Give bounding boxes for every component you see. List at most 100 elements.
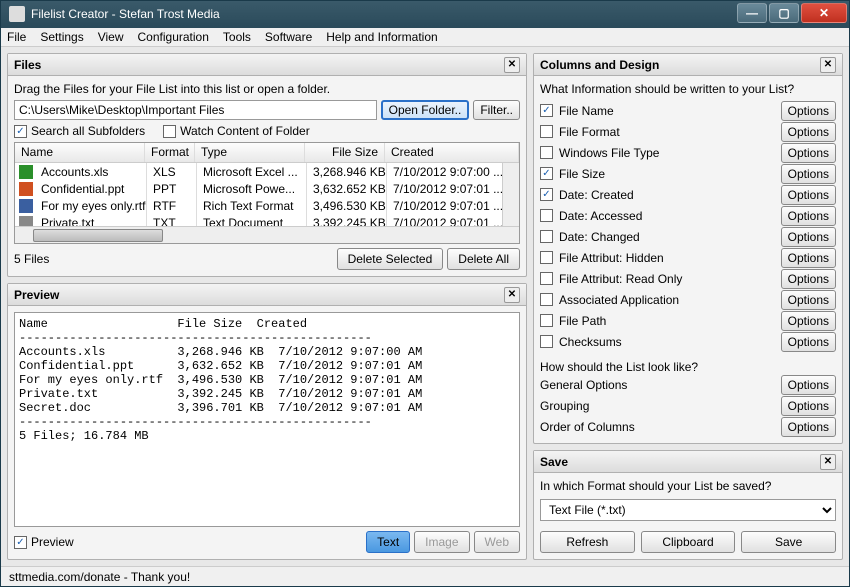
column-options-button[interactable]: Options [781,185,836,205]
column-checkbox[interactable] [540,146,553,159]
column-checkbox[interactable] [540,251,553,264]
file-icon [19,182,33,196]
save-format-select[interactable]: Text File (*.txt) [540,499,836,521]
files-close-icon[interactable]: ✕ [504,57,520,73]
table-row[interactable]: Private.txtTXTText Document3,392.245 KB7… [15,214,519,226]
column-checkbox[interactable] [540,209,553,222]
column-options-button[interactable]: Options [781,164,836,184]
delete-selected-button[interactable]: Delete Selected [337,248,444,270]
column-checkbox[interactable]: ✓ [540,167,553,180]
column-option-row: File Attribut: Read OnlyOptions [540,268,836,289]
file-icon [19,199,33,213]
search-subfolders-checkbox[interactable]: ✓ [14,125,27,138]
design-options-button[interactable]: Options [781,396,836,416]
column-options-button[interactable]: Options [781,101,836,121]
column-options-button[interactable]: Options [781,206,836,226]
columns-question-2: How should the List look like? [540,360,836,374]
menu-view[interactable]: View [98,30,124,44]
col-format[interactable]: Format [145,143,195,162]
column-option-row: Associated ApplicationOptions [540,289,836,310]
columns-question: What Information should be written to yo… [540,82,836,96]
cell-type: Microsoft Excel ... [197,163,307,181]
column-options-button[interactable]: Options [781,290,836,310]
column-checkbox[interactable] [540,125,553,138]
column-options-button[interactable]: Options [781,269,836,289]
preview-tab-image[interactable]: Image [414,531,469,553]
menu-software[interactable]: Software [265,30,312,44]
window-title: Filelist Creator - Stefan Trost Media [31,7,220,21]
preview-close-icon[interactable]: ✕ [504,287,520,303]
menu-settings[interactable]: Settings [40,30,83,44]
save-close-icon[interactable]: ✕ [820,454,836,470]
column-checkbox[interactable] [540,314,553,327]
column-label: File Name [559,104,775,118]
clipboard-button[interactable]: Clipboard [641,531,736,553]
column-options-button[interactable]: Options [781,332,836,352]
vertical-scrollbar[interactable] [502,163,519,226]
cell-size: 3,496.530 KB [307,197,387,215]
open-folder-button[interactable]: Open Folder.. [381,100,470,120]
column-option-row: ✓ File Name Options [540,100,836,121]
file-table: Name Format Type File Size Created Accou… [14,142,520,244]
preview-checkbox[interactable]: ✓ [14,536,27,549]
column-checkbox[interactable]: ✓ [540,104,553,117]
design-options-button[interactable]: Options [781,375,836,395]
column-label: Date: Accessed [559,209,775,223]
col-name[interactable]: Name [15,143,145,162]
close-button[interactable]: ✕ [801,3,847,23]
cell-size: 3,268.946 KB [307,163,387,181]
folder-path-input[interactable] [14,100,377,120]
table-row[interactable]: Confidential.pptPPTMicrosoft Powe...3,63… [15,180,519,197]
column-option-row: File PathOptions [540,310,836,331]
refresh-button[interactable]: Refresh [540,531,635,553]
menu-tools[interactable]: Tools [223,30,251,44]
design-option-row: GroupingOptions [540,395,836,416]
preview-tab-web[interactable]: Web [474,531,520,553]
design-label: General Options [540,378,775,392]
column-label: File Attribut: Hidden [559,251,775,265]
column-options-button[interactable]: Options [781,143,836,163]
preview-text[interactable]: Name File Size Created -----------------… [14,312,520,527]
menu-configuration[interactable]: Configuration [138,30,209,44]
horizontal-scrollbar[interactable] [15,226,519,243]
col-size[interactable]: File Size [305,143,385,162]
column-checkbox[interactable] [540,335,553,348]
column-options-button[interactable]: Options [781,311,836,331]
column-checkbox[interactable]: ✓ [540,188,553,201]
save-button[interactable]: Save [741,531,836,553]
cell-format: PPT [147,180,197,198]
file-icon [19,165,33,179]
minimize-button[interactable]: — [737,3,767,23]
filter-button[interactable]: Filter.. [473,100,520,120]
cell-type: Text Document [197,214,307,227]
column-options-button[interactable]: Options [781,227,836,247]
column-options-button[interactable]: Options [781,248,836,268]
columns-close-icon[interactable]: ✕ [820,57,836,73]
column-label: Windows File Type [559,146,775,160]
preview-tab-text[interactable]: Text [366,531,410,553]
column-checkbox[interactable] [540,293,553,306]
menu-file[interactable]: File [7,30,26,44]
column-label: Date: Created [559,188,775,202]
titlebar[interactable]: Filelist Creator - Stefan Trost Media — … [1,1,849,28]
cell-format: TXT [147,214,197,227]
table-row[interactable]: Accounts.xlsXLSMicrosoft Excel ...3,268.… [15,163,519,180]
preview-title: Preview [14,288,59,302]
maximize-button[interactable]: ▢ [769,3,799,23]
menu-help[interactable]: Help and Information [326,30,437,44]
col-type[interactable]: Type [195,143,305,162]
column-checkbox[interactable] [540,272,553,285]
delete-all-button[interactable]: Delete All [447,248,520,270]
column-option-row: Date: Accessed Options [540,205,836,226]
column-option-row: File FormatOptions [540,121,836,142]
column-option-row: ✓File SizeOptions [540,163,836,184]
cell-created: 7/10/2012 9:07:01 ... [387,197,519,215]
column-checkbox[interactable] [540,230,553,243]
cell-size: 3,632.652 KB [307,180,387,198]
col-created[interactable]: Created [385,143,519,162]
cell-size: 3,392.245 KB [307,214,387,227]
watch-folder-checkbox[interactable] [163,125,176,138]
table-row[interactable]: For my eyes only.rtfRTFRich Text Format3… [15,197,519,214]
design-options-button[interactable]: Options [781,417,836,437]
column-options-button[interactable]: Options [781,122,836,142]
